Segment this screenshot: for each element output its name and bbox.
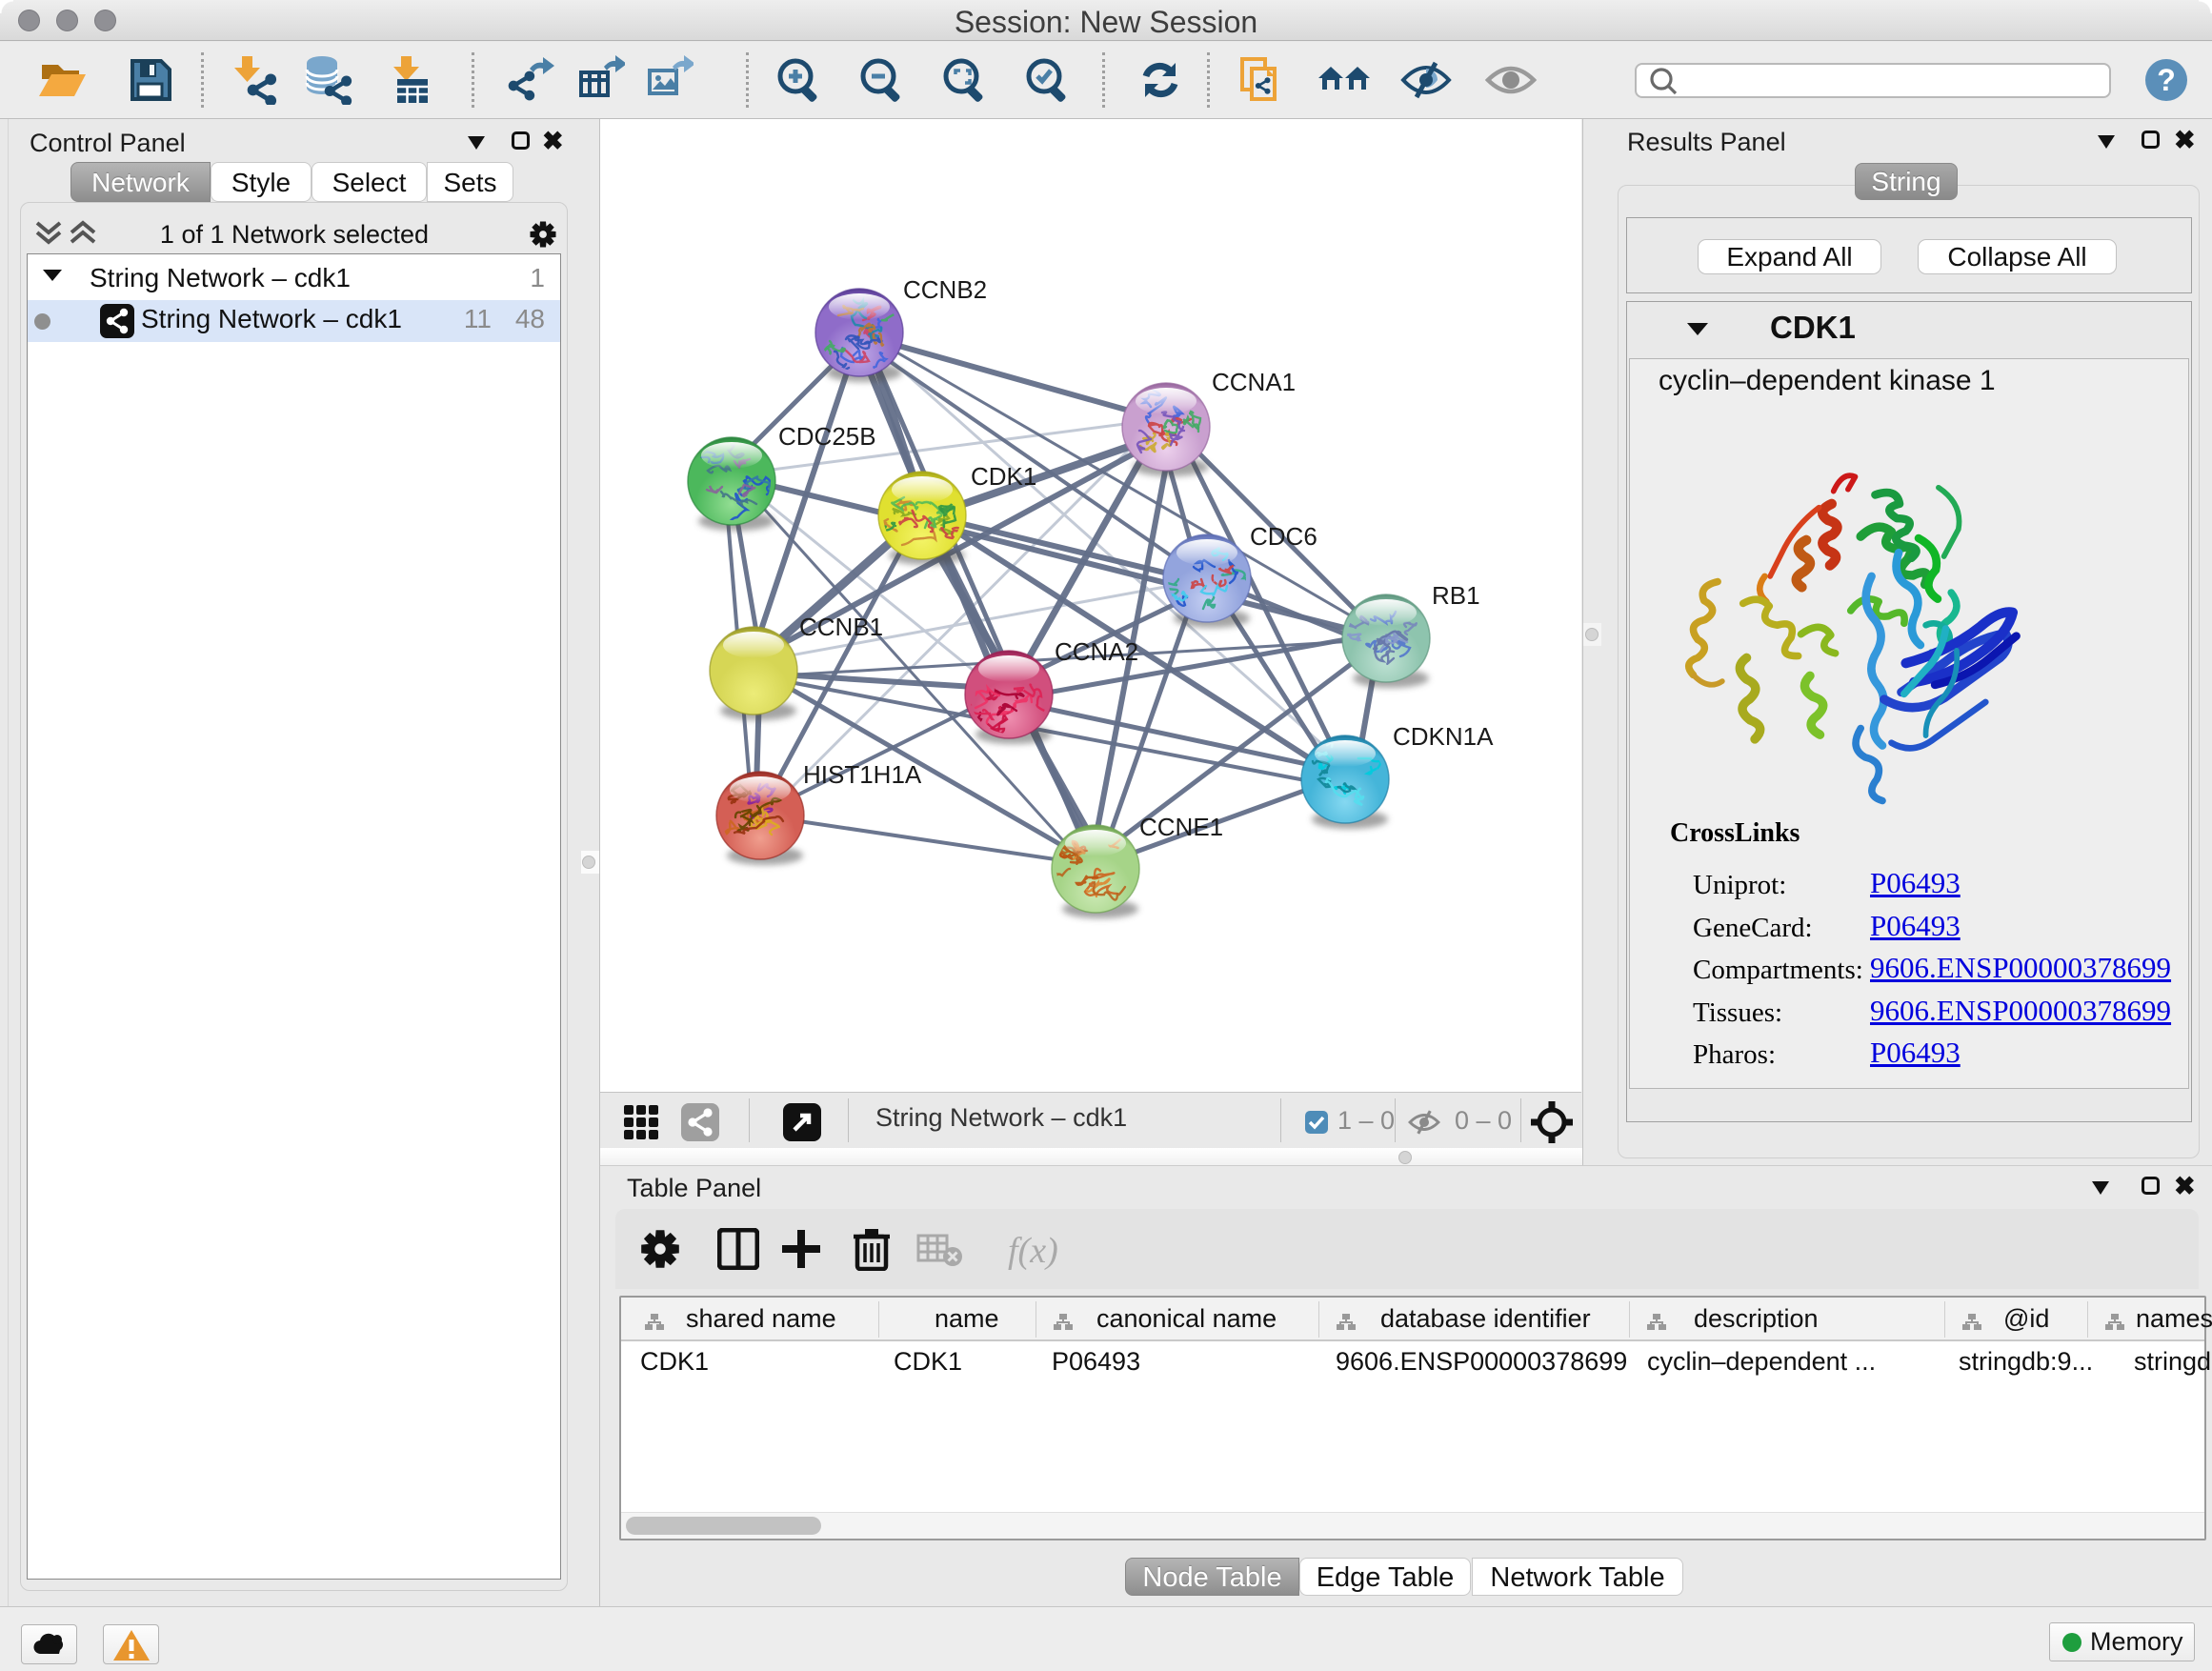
svg-text:HIST1H1A: HIST1H1A <box>803 760 922 789</box>
svg-text:CCNB1: CCNB1 <box>799 613 883 641</box>
svg-text:CCNA2: CCNA2 <box>1055 637 1138 666</box>
svg-text:CCNA1: CCNA1 <box>1212 368 1296 396</box>
svg-text:RB1: RB1 <box>1432 581 1480 610</box>
svg-text:CDC25B: CDC25B <box>778 422 876 451</box>
svg-text:CDKN1A: CDKN1A <box>1393 722 1494 751</box>
svg-text:CDC6: CDC6 <box>1250 522 1317 551</box>
svg-text:CDK1: CDK1 <box>971 462 1036 491</box>
svg-text:?: ? <box>2157 63 2176 97</box>
svg-text:CCNB2: CCNB2 <box>903 275 987 304</box>
svg-text:CCNE1: CCNE1 <box>1139 813 1223 841</box>
